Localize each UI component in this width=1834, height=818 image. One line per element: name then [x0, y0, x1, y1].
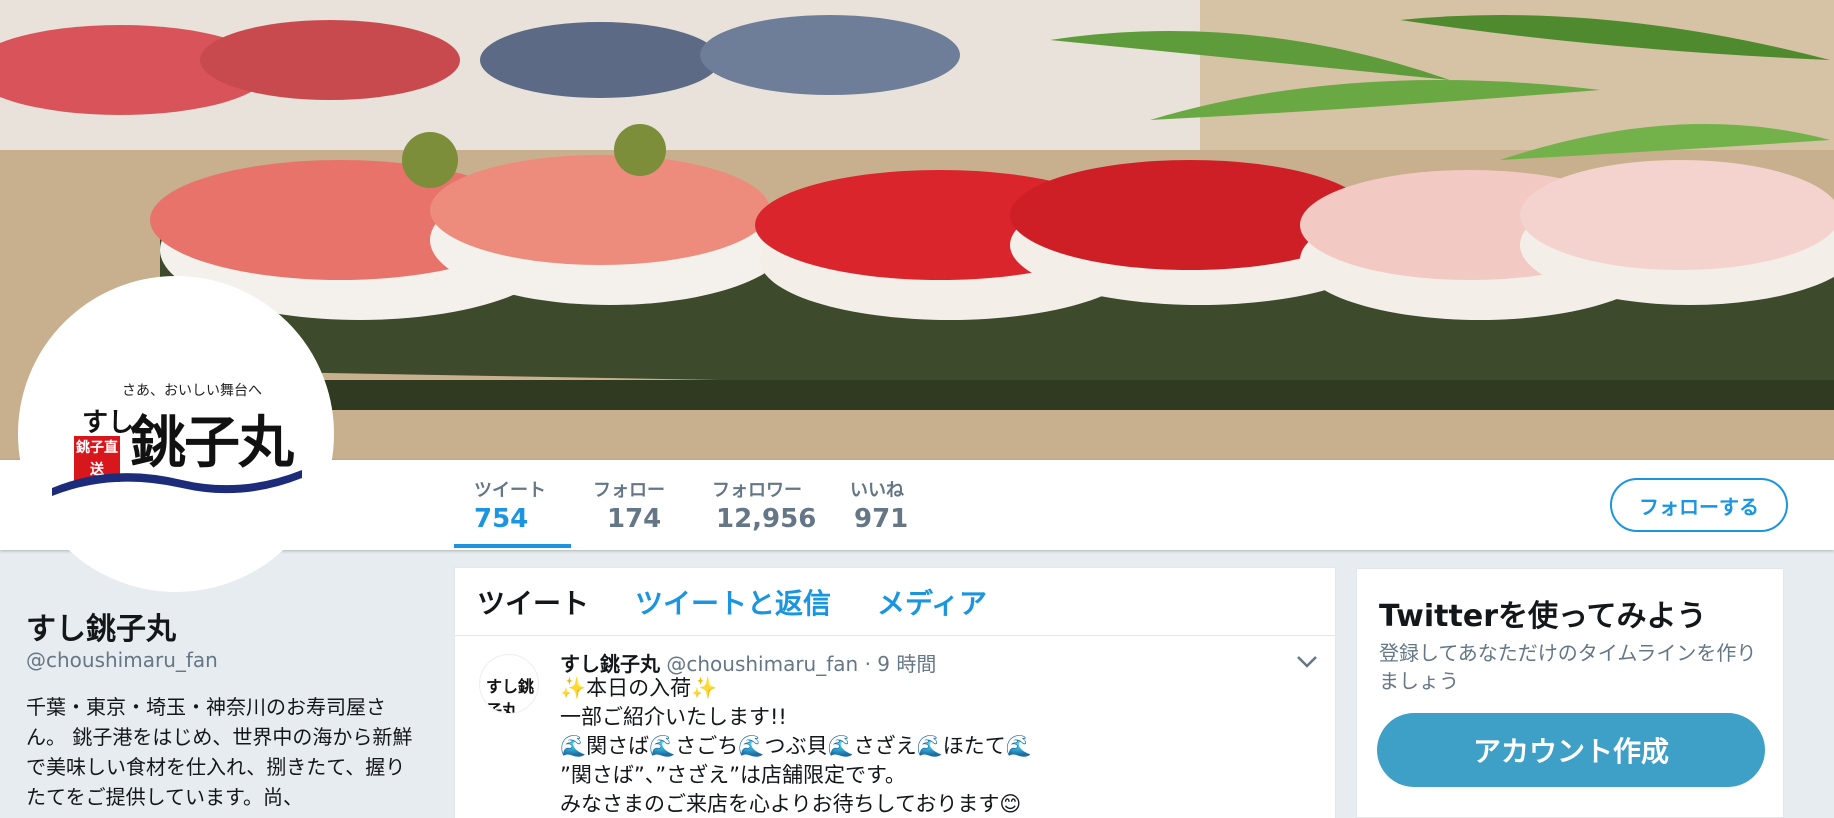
tweet-line: みなさまのご来店を心よりお待ちしております😊	[560, 792, 1022, 816]
stat-tweets-label: ツイート	[474, 480, 546, 501]
tweet-avatar[interactable]: すし銚子丸	[479, 654, 539, 714]
stat-following[interactable]: フォロー 174	[593, 476, 665, 534]
tab-media[interactable]: メディア	[877, 582, 987, 622]
signup-description: 登録してあなただけのタイムラインを作りましょう	[1379, 641, 1757, 693]
tweet-separator: ·	[864, 652, 871, 676]
profile-avatar[interactable]: さあ、おいしい舞台へ すし 銚子丸 銚子直送	[18, 276, 334, 592]
stat-likes-label: いいね	[850, 480, 904, 501]
profile-name: すし銚子丸	[26, 612, 176, 647]
stat-likes-value: 971	[854, 504, 909, 534]
create-account-button[interactable]: アカウント作成	[1377, 713, 1765, 787]
follow-button[interactable]: フォローする	[1610, 478, 1788, 532]
stat-followers-label: フォロワー	[712, 480, 802, 501]
active-stat-underline	[454, 544, 571, 548]
tweet-author-name[interactable]: すし銚子丸	[560, 652, 660, 676]
timeline-tabs: ツイート ツイートと返信 メディア	[455, 568, 1335, 636]
tweet-line: 🌊関さば🌊さごち🌊つぶ貝🌊さざえ🌊ほたて🌊	[560, 734, 1032, 758]
stat-followers-value: 12,956	[716, 504, 817, 534]
tweet-line: ✨本日の入荷✨	[560, 676, 718, 700]
tweet-text: ✨本日の入荷✨ 一部ご紹介いたします!! 🌊関さば🌊さごち🌊つぶ貝🌊さざえ🌊ほた…	[560, 674, 1032, 818]
wave-logo-icon	[52, 470, 302, 496]
stat-tweets-value: 754	[474, 504, 529, 534]
tweet-avatar-label: すし銚子丸	[486, 677, 535, 714]
stat-followers[interactable]: フォロワー 12,956	[712, 476, 816, 534]
stat-tweets[interactable]: ツイート 754	[474, 476, 546, 534]
stat-following-value: 174	[607, 504, 662, 534]
profile-bio: 千葉・東京・埼玉・神奈川のお寿司屋さん。 銚子港をはじめ、世界中の海から新鮮で美…	[26, 695, 413, 809]
tweet-timestamp[interactable]: 9 時間	[877, 652, 936, 676]
tab-tweets[interactable]: ツイート	[477, 582, 589, 622]
tweet-author-handle[interactable]: @choushimaru_fan	[666, 652, 858, 676]
profile-handle[interactable]: @choushimaru_fan	[26, 648, 218, 672]
avatar-tagline: さあ、おいしい舞台へ	[122, 383, 262, 399]
signup-title: Twitterを使ってみよう	[1379, 599, 1707, 634]
tweet-header: すし銚子丸 @choushimaru_fan · 9 時間	[560, 648, 936, 677]
signup-card: Twitterを使ってみよう 登録してあなただけのタイムラインを作りましょう ア…	[1356, 568, 1784, 818]
avatar-prefix: すし	[82, 408, 135, 438]
tweet-line: 一部ご紹介いたします!!	[560, 705, 787, 729]
stat-likes[interactable]: いいね 971	[850, 476, 908, 534]
chevron-down-icon[interactable]	[1296, 650, 1318, 675]
tab-tweets-and-replies[interactable]: ツイートと返信	[635, 582, 831, 622]
tweet-line: ”関さば”、”さざえ”は店舗限定です。	[560, 763, 906, 787]
stat-following-label: フォロー	[593, 480, 665, 501]
